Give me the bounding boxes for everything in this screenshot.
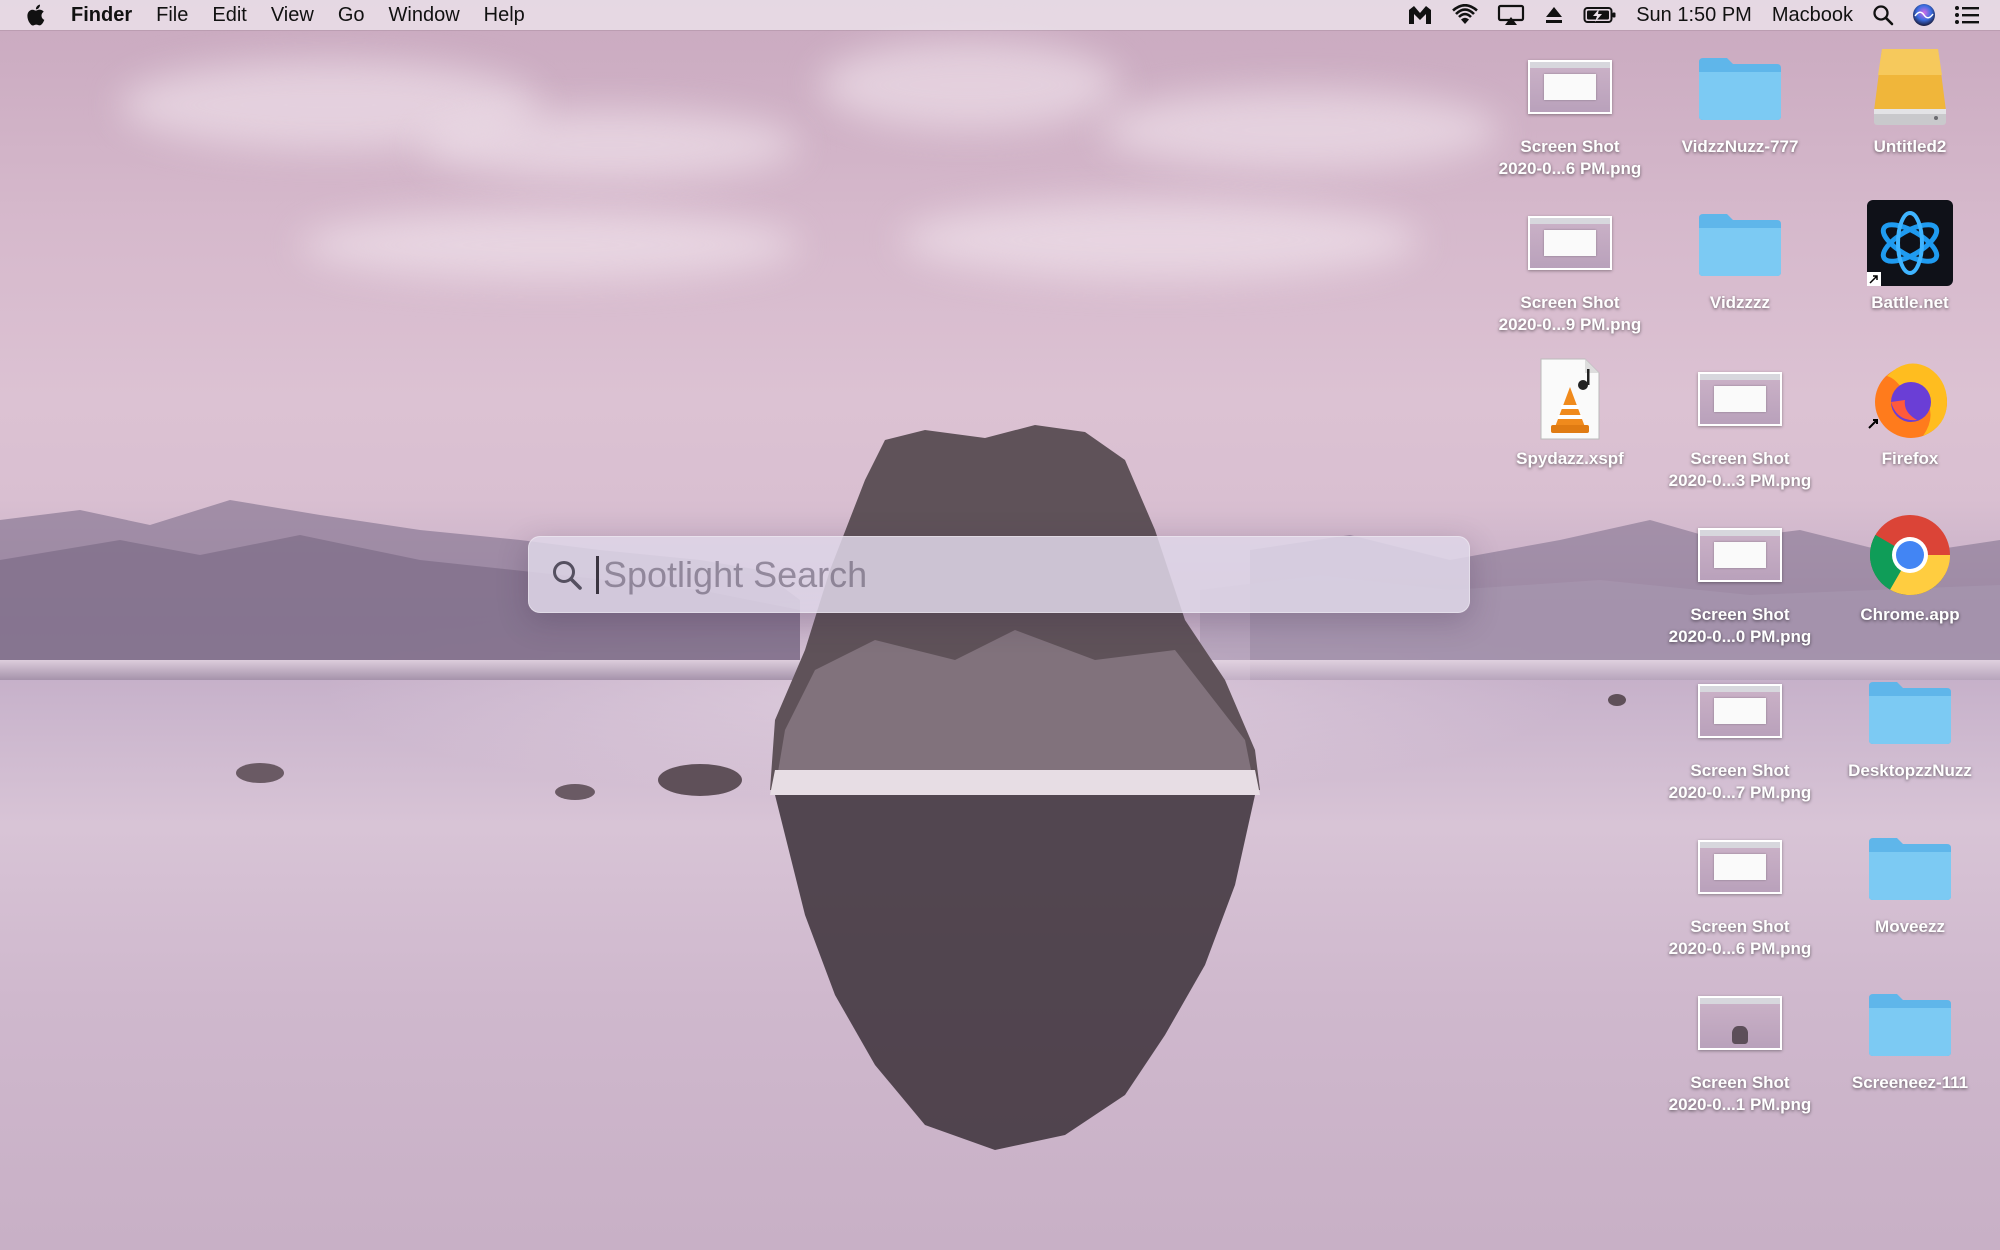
menu-bar: Finder File Edit View Go Window Help Sun… bbox=[0, 0, 2000, 30]
icon-label: VidzzNuzz-777 bbox=[1681, 137, 1799, 156]
desktop-icon-untitled2[interactable]: Untitled2 bbox=[1825, 42, 1995, 158]
desktop-icon-screenshot[interactable]: Screen Shot 2020-0...9 PM.png bbox=[1485, 198, 1655, 336]
icon-label: 2020-0...7 PM.png bbox=[1668, 783, 1812, 802]
icon-label: Screen Shot bbox=[1690, 1073, 1790, 1092]
folder-icon bbox=[1825, 666, 1995, 756]
apple-menu-icon[interactable] bbox=[25, 0, 49, 30]
desktop-icon-moveezz[interactable]: Moveezz bbox=[1825, 822, 1995, 938]
icon-label: 2020-0...6 PM.png bbox=[1668, 939, 1812, 958]
desktop-icon-battle-net[interactable]: Battle.net bbox=[1825, 198, 1995, 314]
battle-net-app-icon bbox=[1825, 198, 1995, 288]
folder-icon bbox=[1825, 978, 1995, 1068]
icon-label: Moveezz bbox=[1875, 917, 1945, 936]
desktop-icon-chrome-app[interactable]: Chrome.app bbox=[1825, 510, 1995, 626]
firefox-app-icon bbox=[1825, 354, 1995, 444]
desktop-icon-vidzznuzz-777[interactable]: VidzzNuzz-777 bbox=[1655, 42, 1825, 158]
icon-label: Screen Shot bbox=[1690, 761, 1790, 780]
search-icon bbox=[550, 558, 584, 592]
icon-label: Screeneez-111 bbox=[1851, 1073, 1969, 1092]
icon-label: Chrome.app bbox=[1860, 605, 1960, 624]
chrome-app-icon bbox=[1825, 510, 1995, 600]
malwarebytes-icon[interactable] bbox=[1407, 0, 1433, 30]
desktop-icon-screenshot[interactable]: Screen Shot 2020-0...7 PM.png bbox=[1655, 666, 1825, 804]
small-rock-graphic bbox=[658, 764, 742, 796]
wifi-icon[interactable] bbox=[1451, 0, 1479, 30]
desktop-icon-screenshot[interactable]: Screen Shot 2020-0...0 PM.png bbox=[1655, 510, 1825, 648]
screenshot-thumbnail-icon bbox=[1655, 354, 1825, 444]
vlc-playlist-file-icon bbox=[1485, 354, 1655, 444]
external-drive-icon bbox=[1825, 42, 1995, 132]
menu-view[interactable]: View bbox=[259, 0, 326, 30]
desktop-icon-firefox[interactable]: Firefox bbox=[1825, 354, 1995, 470]
text-cursor bbox=[596, 555, 599, 594]
screenshot-thumbnail-icon bbox=[1655, 510, 1825, 600]
menu-edit[interactable]: Edit bbox=[200, 0, 258, 30]
icon-label: Screen Shot bbox=[1690, 917, 1790, 936]
icon-label: Untitled2 bbox=[1873, 137, 1947, 156]
folder-icon bbox=[1655, 198, 1825, 288]
menu-file[interactable]: File bbox=[144, 0, 200, 30]
icon-label: 2020-0...1 PM.png bbox=[1668, 1095, 1812, 1114]
spotlight-menu-icon[interactable] bbox=[1872, 0, 1894, 30]
desktop-icon-vidzzzz[interactable]: Vidzzzz bbox=[1655, 198, 1825, 314]
desktop-icon-screenshot[interactable]: Screen Shot 2020-0...1 PM.png bbox=[1655, 978, 1825, 1116]
small-rock-graphic bbox=[236, 763, 284, 783]
icon-label: Vidzzzz bbox=[1709, 293, 1771, 312]
spotlight-search-bar[interactable] bbox=[528, 536, 1470, 613]
menubar-user[interactable]: Macbook bbox=[1762, 0, 1863, 30]
icon-label: Screen Shot bbox=[1520, 137, 1620, 156]
menu-go[interactable]: Go bbox=[326, 0, 377, 30]
notification-center-icon[interactable] bbox=[1954, 0, 1980, 30]
desktop-icon-spydazz-xspf[interactable]: Spydazz.xspf bbox=[1485, 354, 1655, 470]
menubar-clock[interactable]: Sun 1:50 PM bbox=[1626, 0, 1762, 30]
screenshot-thumbnail-icon bbox=[1655, 978, 1825, 1068]
icon-label: DesktopzzNuzz bbox=[1848, 761, 1972, 780]
icon-label: Screen Shot bbox=[1690, 605, 1790, 624]
rock-reflection-graphic bbox=[775, 795, 1255, 1150]
icon-label: Screen Shot bbox=[1690, 449, 1790, 468]
small-rock-graphic bbox=[555, 784, 595, 800]
siri-icon[interactable] bbox=[1912, 0, 1936, 30]
icon-label: Screen Shot bbox=[1520, 293, 1620, 312]
folder-icon bbox=[1655, 42, 1825, 132]
screenshot-thumbnail-icon bbox=[1655, 822, 1825, 912]
desktop-icon-screenshot[interactable]: Screen Shot 2020-0...6 PM.png bbox=[1655, 822, 1825, 960]
folder-icon bbox=[1825, 822, 1995, 912]
screenshot-thumbnail-icon bbox=[1485, 198, 1655, 288]
eject-icon[interactable] bbox=[1543, 0, 1565, 30]
airplay-icon[interactable] bbox=[1497, 0, 1525, 30]
icon-label: 2020-0...0 PM.png bbox=[1668, 627, 1812, 646]
menu-help[interactable]: Help bbox=[472, 0, 537, 30]
screenshot-thumbnail-icon bbox=[1655, 666, 1825, 756]
desktop-icon-screeneez-111[interactable]: Screeneez-111 bbox=[1825, 978, 1995, 1094]
icon-label: 2020-0...9 PM.png bbox=[1498, 315, 1642, 334]
icon-label: 2020-0...6 PM.png bbox=[1498, 159, 1642, 178]
icon-label: Spydazz.xspf bbox=[1516, 449, 1624, 468]
small-rock-graphic bbox=[1608, 694, 1626, 706]
desktop-icon-desktopzznuzz[interactable]: DesktopzzNuzz bbox=[1825, 666, 1995, 782]
spotlight-search-input[interactable] bbox=[601, 543, 1470, 606]
icon-label: 2020-0...3 PM.png bbox=[1668, 471, 1812, 490]
desktop-icon-screenshot[interactable]: Screen Shot 2020-0...3 PM.png bbox=[1655, 354, 1825, 492]
icon-label: Firefox bbox=[1881, 449, 1939, 468]
menu-window[interactable]: Window bbox=[377, 0, 472, 30]
icon-label: Battle.net bbox=[1871, 293, 1949, 312]
screenshot-thumbnail-icon bbox=[1485, 42, 1655, 132]
desktop-icon-screenshot[interactable]: Screen Shot 2020-0...6 PM.png bbox=[1485, 42, 1655, 180]
menu-app-finder[interactable]: Finder bbox=[59, 0, 144, 30]
battery-charging-icon[interactable] bbox=[1583, 0, 1617, 30]
